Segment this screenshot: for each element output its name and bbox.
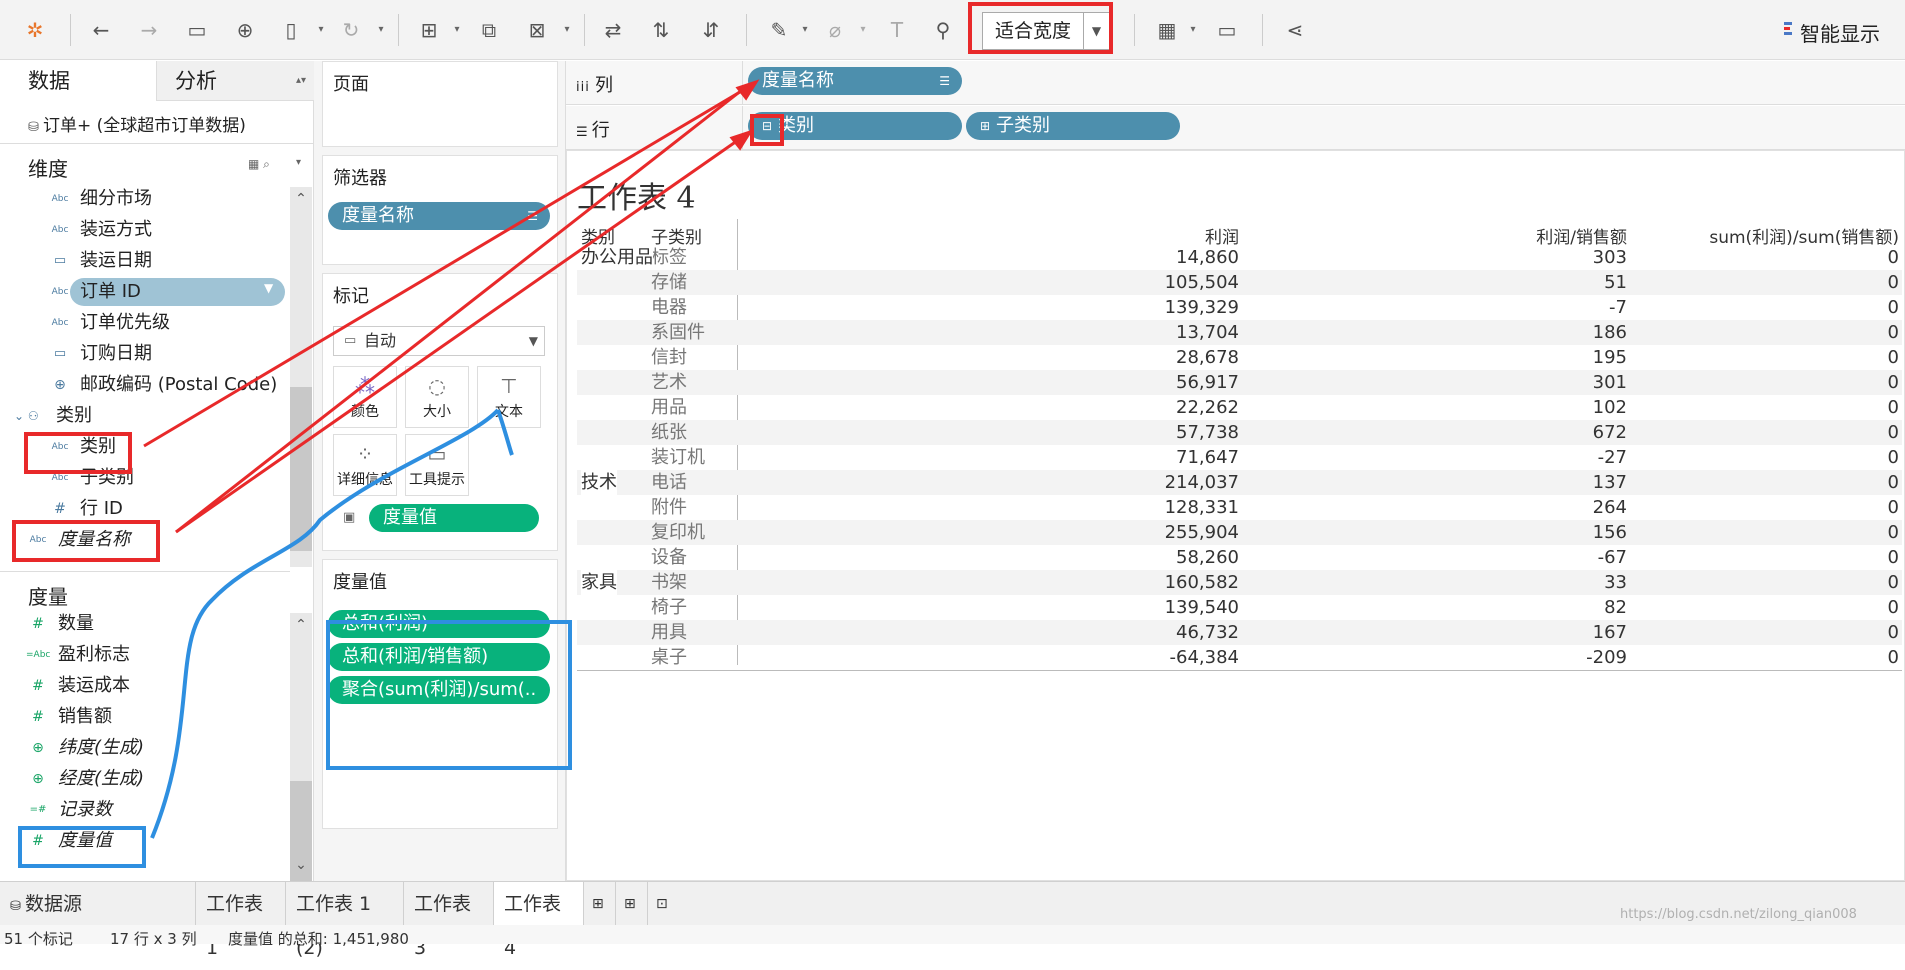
- arrow-measure-names-to-rows: [175, 134, 745, 534]
- arrow-category-to-columns: [143, 84, 751, 448]
- arrow-measure-names-to-columns: [175, 88, 743, 534]
- annotation-arrows: [143, 79, 760, 839]
- blue-curve-tail: [496, 409, 514, 456]
- red-arrows: [143, 79, 760, 534]
- arrowhead: [729, 129, 754, 151]
- blue-curve-measure-values-to-text: [150, 408, 500, 839]
